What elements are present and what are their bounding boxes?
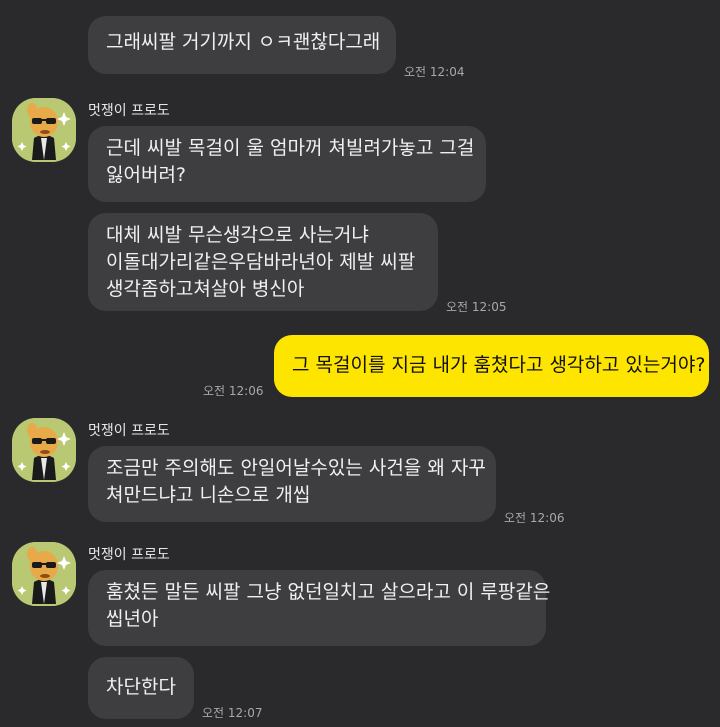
message-bubble[interactable]: 훔쳤든 말든 씨팔 그냥 없던일치고 살으라고 이 루팡같은 씹년아 [88,570,551,646]
message-text: 근데 씨발 목걸이 울 엄마꺼 쳐빌려가놓고 그걸 [106,137,475,159]
avatar[interactable] [12,98,76,162]
message-text: 차단한다 [106,676,176,698]
message-time: 오전 12:07 [202,706,263,720]
message-text: 쳐만드냐고 니손으로 개씹 [106,484,311,506]
message-bubble[interactable]: 차단한다 [88,657,194,719]
message-text: 대체 씨발 무슨생각으로 사는거냐 [106,224,369,246]
message-bubble[interactable]: 대체 씨발 무슨생각으로 사는거냐 이돌대가리같은우담바라년아 제발 씨팔 생각… [88,213,438,311]
frodo-character-icon [12,418,76,482]
message-text: 이돌대가리같은우담바라년아 제발 씨팔 [106,251,416,273]
message-time: 오전 12:06 [504,511,565,525]
message-text: 생각좀하고쳐살아 병신아 [106,278,305,300]
message-time: 오전 12:06 [203,384,264,398]
message-text: 잃어버려? [106,164,187,186]
chat-screen: { "colors": { "background": "#2a2a2c", "… [0,0,720,727]
sender-name: 멋쟁이 프로도 [88,547,170,563]
frodo-character-icon [12,98,76,162]
frodo-character-icon [12,542,76,606]
sender-name: 멋쟁이 프로도 [88,103,170,119]
avatar[interactable] [12,542,76,606]
message-time: 오전 12:04 [404,65,465,79]
message-time: 오전 12:05 [446,300,507,314]
avatar[interactable] [12,418,76,482]
message-text: 훔쳤든 말든 씨팔 그냥 없던일치고 살으라고 이 루팡같은 [106,581,551,603]
message-bubble[interactable]: 그래씨팔 거기까지 ㅇㅋ괜찮다그래 [88,16,396,74]
message-text: 그래씨팔 거기까지 ㅇㅋ괜찮다그래 [106,31,381,53]
sender-name: 멋쟁이 프로도 [88,423,170,439]
message-text: 조금만 주의해도 안일어날수있는 사건을 왜 자꾸 [106,457,486,479]
message-text: 씹년아 [106,608,159,630]
message-text: 그 목걸이를 지금 내가 훔쳤다고 생각하고 있는거야? [292,354,706,376]
my-message-bubble[interactable]: 그 목걸이를 지금 내가 훔쳤다고 생각하고 있는거야? [274,335,709,397]
message-bubble[interactable]: 근데 씨발 목걸이 울 엄마꺼 쳐빌려가놓고 그걸 잃어버려? [88,126,486,202]
message-bubble[interactable]: 조금만 주의해도 안일어날수있는 사건을 왜 자꾸 쳐만드냐고 니손으로 개씹 [88,446,496,522]
